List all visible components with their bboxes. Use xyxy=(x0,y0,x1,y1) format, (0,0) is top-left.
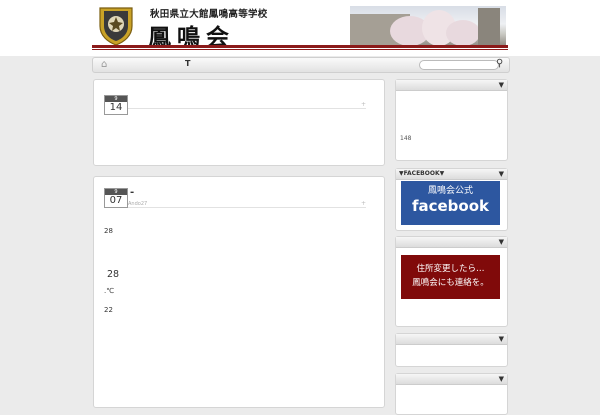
widget-header[interactable]: ▼ xyxy=(396,237,507,248)
post-text: .℃ xyxy=(104,287,115,295)
expand-icon[interactable]: + xyxy=(361,101,366,108)
sidebar-widget: ▼ xyxy=(395,373,508,415)
header-photo xyxy=(350,6,506,46)
site-header: 秋田県立大館鳳鳴高等学校 鳳鳴会 xyxy=(0,0,600,56)
search-input[interactable] xyxy=(419,60,499,70)
post-text: 28 xyxy=(107,269,120,280)
facebook-banner-caption: 鳳鳴会公式 xyxy=(427,186,473,196)
address-change-banner[interactable]: 住所変更したら… 鳳鳴会にも連絡を。 xyxy=(401,255,500,299)
post-card: 9 14 + xyxy=(93,79,385,166)
collapse-icon[interactable]: ▼ xyxy=(499,80,504,90)
widget-header[interactable]: ▼ xyxy=(396,334,507,345)
widget-header[interactable]: ▼ xyxy=(396,374,507,385)
banner-line: 鳳鳴会にも連絡を。 xyxy=(412,278,489,288)
date-day: 07 xyxy=(109,195,123,206)
banner-line: 住所変更したら… xyxy=(416,264,485,274)
post-title[interactable]: - xyxy=(130,187,134,198)
collapse-icon[interactable]: ▼ xyxy=(499,334,504,344)
post-text: 28 xyxy=(104,227,113,235)
sidebar-widget-address: ▼ 住所変更したら… 鳳鳴会にも連絡を。 xyxy=(395,236,508,327)
collapse-icon[interactable]: ▼ xyxy=(499,237,504,247)
header-rule-thin xyxy=(92,49,508,50)
widget-count: 148 xyxy=(400,135,412,142)
expand-icon[interactable]: + xyxy=(361,200,366,207)
date-badge: 9 07 xyxy=(104,188,128,208)
sidebar-widget-facebook: ▼FACEBOOK▼ ▼ 鳳鳴会公式 facebook xyxy=(395,168,508,231)
sidebar-widget: ▼ 148 xyxy=(395,79,508,161)
home-icon[interactable]: ⌂ xyxy=(101,59,107,70)
post-meta: Ando27 + xyxy=(128,200,366,208)
search-icon[interactable]: ⚲ xyxy=(496,58,503,69)
facebook-logo-text: facebook xyxy=(411,197,490,215)
header-rule xyxy=(92,45,508,48)
collapse-icon[interactable]: ▼ xyxy=(499,169,504,179)
date-day: 14 xyxy=(109,102,123,113)
widget-header[interactable]: ▼ xyxy=(396,80,507,91)
post-author[interactable]: Ando27 xyxy=(128,201,147,207)
school-crest-logo[interactable] xyxy=(96,6,136,46)
nav-bar: ⌂ T ⚲ xyxy=(92,57,510,73)
widget-title: ▼FACEBOOK▼ xyxy=(399,170,445,177)
post-card: 9 07 - Ando27 + 28 28 .℃ 22 xyxy=(93,176,385,408)
sidebar-widget: ▼ xyxy=(395,333,508,367)
post-text: 22 xyxy=(104,306,113,314)
nav-item[interactable]: T xyxy=(185,59,190,68)
post-meta: + xyxy=(128,101,366,109)
widget-header[interactable]: ▼FACEBOOK▼ ▼ xyxy=(396,169,507,180)
collapse-icon[interactable]: ▼ xyxy=(499,374,504,384)
date-badge: 9 14 xyxy=(104,95,128,115)
facebook-banner[interactable]: 鳳鳴会公式 facebook xyxy=(401,181,500,225)
